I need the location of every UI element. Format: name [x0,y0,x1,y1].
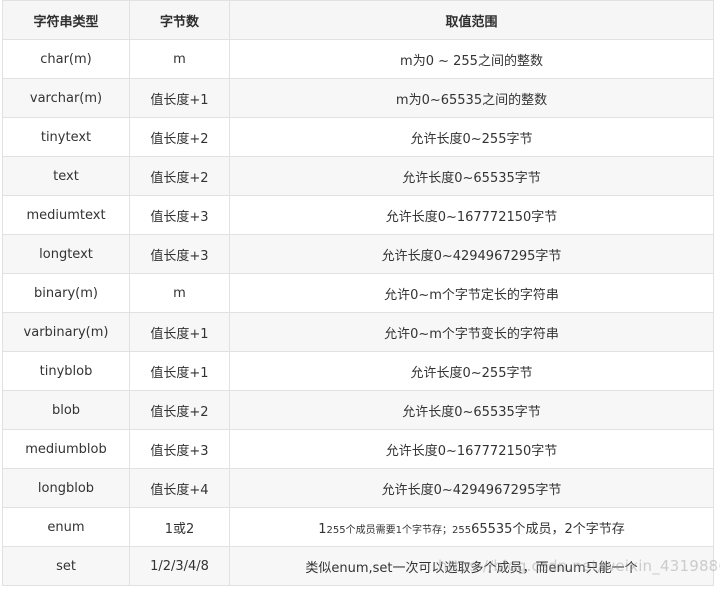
type-cell: blob [2,390,130,430]
type-cell: binary(m) [2,273,130,313]
range-cell: 允许0~m个字节变长的字符串 [229,312,714,352]
type-cell: enum [2,507,130,547]
table-row: varbinary(m) 值长度+1 允许0~m个字节变长的字符串 [2,312,714,352]
header-row: 字符串类型 字节数 取值范围 [2,0,714,40]
type-cell: longtext [2,234,130,274]
table-row: char(m) m m为0 ~ 255之间的整数 [2,39,714,79]
range-cell: 允许长度0~255字节 [229,117,714,157]
range-cell: 允许长度0~167772150字节 [229,195,714,235]
table-row: set 1/2/3/4/8 类似enum,set一次可以选取多个成员，而enum… [2,546,714,586]
range-cell: 允许长度0~167772150字节 [229,429,714,469]
table-row: tinytext 值长度+2 允许长度0~255字节 [2,117,714,157]
type-cell: char(m) [2,39,130,79]
bytes-cell: 1/2/3/4/8 [129,546,230,586]
type-cell: mediumtext [2,195,130,235]
table-row: longblob 值长度+4 允许长度0~4294967295字节 [2,468,714,508]
table-row: blob 值长度+2 允许长度0~65535字节 [2,390,714,430]
bytes-cell: 值长度+4 [129,468,230,508]
range-cell: 1255个成员需要1个字节存；25565535个成员，2个字节存 [229,507,714,547]
header-type: 字符串类型 [2,0,130,40]
range-cell: m为0 ~ 255之间的整数 [229,39,714,79]
range-part-small: 255个成员需要1个字节存；255 [326,524,472,536]
type-cell: varchar(m) [2,78,130,118]
bytes-cell: 值长度+3 [129,429,230,469]
range-cell: 允许0~m个字节定长的字符串 [229,273,714,313]
table-row: tinyblob 值长度+1 允许长度0~255字节 [2,351,714,391]
range-cell: 允许长度0~4294967295字节 [229,234,714,274]
bytes-cell: m [129,273,230,313]
table-row: text 值长度+2 允许长度0~65535字节 [2,156,714,196]
type-cell: set [2,546,130,586]
range-cell: 类似enum,set一次可以选取多个成员，而enum只能一个 [229,546,714,586]
bytes-cell: 值长度+2 [129,390,230,430]
range-cell: 允许长度0~255字节 [229,351,714,391]
range-cell: 允许长度0~4294967295字节 [229,468,714,508]
bytes-cell: 值长度+1 [129,78,230,118]
range-cell: m为0~65535之间的整数 [229,78,714,118]
type-cell: mediumblob [2,429,130,469]
bytes-cell: 值长度+1 [129,351,230,391]
range-cell: 允许长度0~65535字节 [229,156,714,196]
bytes-cell: 值长度+3 [129,234,230,274]
type-cell: text [2,156,130,196]
range-cell: 允许长度0~65535字节 [229,390,714,430]
range-part-lead: 1 [318,521,327,537]
bytes-cell: 值长度+1 [129,312,230,352]
table-row: mediumblob 值长度+3 允许长度0~167772150字节 [2,429,714,469]
type-cell: tinyblob [2,351,130,391]
bytes-cell: 值长度+2 [129,156,230,196]
type-cell: varbinary(m) [2,312,130,352]
table-row: varchar(m) 值长度+1 m为0~65535之间的整数 [2,78,714,118]
bytes-cell: 值长度+2 [129,117,230,157]
header-range: 取值范围 [229,0,714,40]
table-row: enum 1或2 1255个成员需要1个字节存；25565535个成员，2个字节… [2,507,714,547]
bytes-cell: m [129,39,230,79]
type-cell: tinytext [2,117,130,157]
bytes-cell: 值长度+3 [129,195,230,235]
type-cell: longblob [2,468,130,508]
table-row: binary(m) m 允许0~m个字节定长的字符串 [2,273,714,313]
bytes-cell: 1或2 [129,507,230,547]
header-bytes: 字节数 [129,0,230,40]
range-part-tail: 65535个成员，2个字节存 [471,521,625,537]
table-row: mediumtext 值长度+3 允许长度0~167772150字节 [2,195,714,235]
table-row: longtext 值长度+3 允许长度0~4294967295字节 [2,234,714,274]
string-types-table: 字符串类型 字节数 取值范围 char(m) m m为0 ~ 255之间的整数 … [2,0,714,586]
